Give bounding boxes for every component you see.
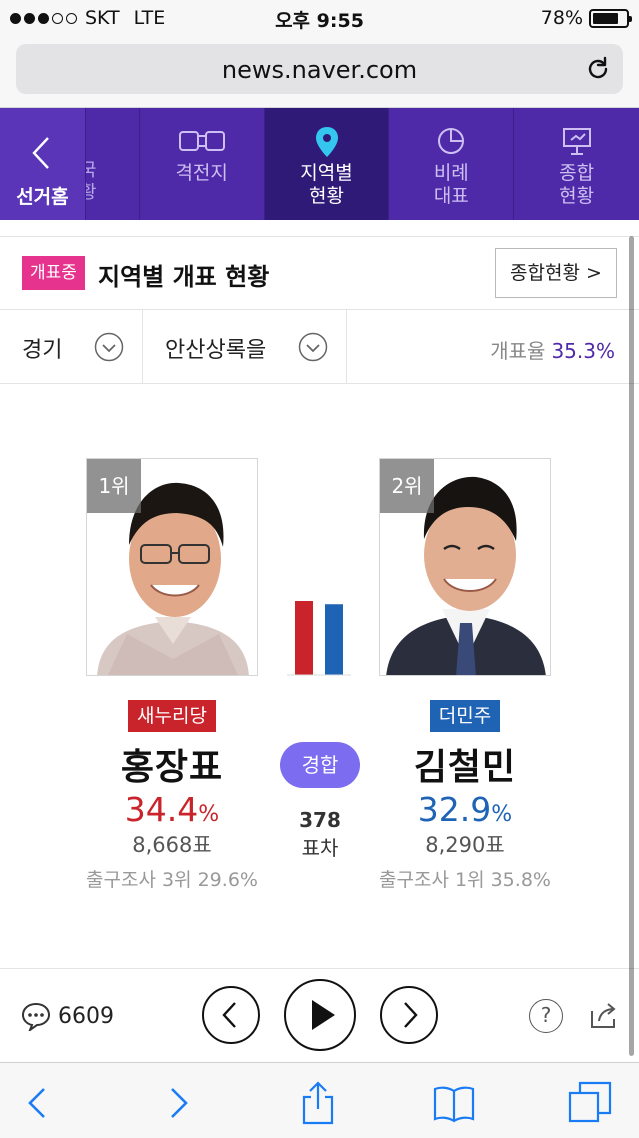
candidate-1-bar bbox=[295, 601, 313, 675]
battery-icon bbox=[589, 8, 632, 28]
tab-battleground[interactable]: 격전지 bbox=[140, 108, 265, 220]
share-icon[interactable] bbox=[586, 999, 620, 1033]
vote-percent-value: 32.9 bbox=[417, 790, 492, 829]
election-nav: 선거홈 국 황 격전지 지역별 현황 비례 대표 bbox=[0, 108, 639, 220]
versus-icon bbox=[178, 131, 225, 151]
rank-badge: 2위 bbox=[380, 459, 434, 513]
comment-count: 6609 bbox=[58, 1003, 114, 1029]
vote-difference-label: 표차 bbox=[301, 836, 339, 860]
candidate-photo[interactable]: 1위 bbox=[86, 458, 258, 676]
counting-rate-value: 35.3% bbox=[551, 339, 615, 363]
tabs-icon[interactable] bbox=[568, 1081, 612, 1125]
region-filter-bar: 경기 안산상록을 개표율 35.3% bbox=[0, 310, 639, 384]
party-badge: 더민주 bbox=[429, 700, 501, 732]
forward-icon[interactable] bbox=[156, 1081, 200, 1125]
tab-proportional-label: 비례 대표 bbox=[433, 162, 469, 207]
party-badge: 새누리당 bbox=[128, 700, 216, 732]
comment-icon bbox=[21, 1002, 51, 1031]
candidate-name: 홍장표 bbox=[120, 747, 224, 788]
location-pin-icon bbox=[315, 127, 338, 157]
counting-badge: 개표중 bbox=[22, 256, 85, 290]
vote-count: 8,668표 bbox=[132, 833, 212, 857]
chevron-down-icon bbox=[298, 332, 328, 362]
province-select[interactable]: 경기 bbox=[0, 310, 143, 384]
scrollbar[interactable] bbox=[629, 236, 634, 1056]
playback-bar: 6609 ? bbox=[0, 968, 639, 1062]
province-value: 경기 bbox=[22, 338, 63, 363]
next-button[interactable] bbox=[380, 986, 438, 1044]
election-home-label: 선거홈 bbox=[16, 186, 69, 208]
address-bar[interactable]: news.naver.com bbox=[16, 44, 623, 94]
browser-address-area: news.naver.com bbox=[0, 36, 639, 108]
question-mark-icon: ? bbox=[540, 1003, 552, 1027]
contest-status-badge: 경합 bbox=[280, 742, 360, 788]
vote-percent-unit: % bbox=[491, 802, 513, 827]
comments-button[interactable]: 6609 bbox=[20, 1001, 114, 1031]
vote-comparison-bars bbox=[287, 601, 351, 676]
candidate-photo[interactable]: 2위 bbox=[379, 458, 551, 676]
vote-difference: 378 표차 bbox=[280, 806, 360, 862]
vote-difference-value: 378 bbox=[299, 808, 341, 832]
counting-rate: 개표율 35.3% bbox=[490, 335, 615, 364]
chevron-right-icon bbox=[404, 1002, 418, 1028]
exit-poll: 출구조사 1위 35.8% bbox=[379, 869, 551, 891]
bookmarks-icon[interactable] bbox=[432, 1081, 476, 1125]
share-icon[interactable] bbox=[296, 1081, 340, 1125]
url-text[interactable]: news.naver.com bbox=[16, 56, 623, 84]
nav-tab-partial-label: 국 황 bbox=[86, 160, 97, 204]
tab-overall-status-label: 종합 현황 bbox=[559, 162, 595, 207]
vote-percent-unit: % bbox=[198, 802, 220, 827]
pie-chart-icon bbox=[438, 128, 465, 154]
chevron-down-icon bbox=[94, 332, 124, 362]
section-header: 개표중 지역별 개표 현황 종합현황 > bbox=[0, 236, 639, 310]
battery-percent: 78% bbox=[540, 7, 583, 29]
status-bar: SKT LTE 오후 9:55 78% bbox=[0, 0, 639, 36]
presentation-icon bbox=[562, 128, 591, 155]
tab-proportional[interactable]: 비례 대표 bbox=[389, 108, 515, 220]
nav-tab-partial[interactable]: 국 황 bbox=[86, 108, 140, 220]
help-button[interactable]: ? bbox=[529, 999, 563, 1033]
play-button[interactable] bbox=[284, 979, 356, 1051]
vote-percent: 34.4% bbox=[62, 790, 282, 829]
district-select[interactable]: 안산상록을 bbox=[143, 310, 347, 384]
chevron-left-icon bbox=[222, 1002, 236, 1028]
tab-battleground-label: 격전지 bbox=[175, 162, 228, 184]
rank-badge: 1위 bbox=[87, 459, 141, 513]
candidate-2-bar bbox=[325, 604, 343, 675]
exit-poll: 출구조사 3위 29.6% bbox=[86, 869, 258, 891]
tab-regional-status[interactable]: 지역별 현황 bbox=[264, 108, 390, 220]
vote-percent-value: 34.4 bbox=[124, 790, 199, 829]
back-chevron-icon bbox=[32, 137, 49, 169]
reload-icon[interactable] bbox=[585, 56, 611, 82]
vote-count: 8,290표 bbox=[425, 833, 505, 857]
browser-toolbar bbox=[0, 1062, 639, 1138]
play-icon bbox=[312, 1000, 335, 1030]
candidate-info-1: 새누리당 홍장표 34.4% 8,668표 출구조사 3위 29.6% bbox=[62, 700, 282, 892]
election-home-button[interactable]: 선거홈 bbox=[0, 108, 86, 220]
candidate-name: 김철민 bbox=[413, 747, 517, 788]
previous-button[interactable] bbox=[202, 986, 260, 1044]
tab-regional-status-label: 지역별 현황 bbox=[300, 162, 353, 207]
back-icon[interactable] bbox=[16, 1081, 60, 1125]
counting-rate-label: 개표율 bbox=[490, 339, 546, 363]
candidate-info-2: 더민주 김철민 32.9% 8,290표 출구조사 1위 35.8% bbox=[355, 700, 575, 892]
district-value: 안산상록을 bbox=[165, 338, 267, 363]
vote-percent: 32.9% bbox=[355, 790, 575, 829]
tab-overall-status[interactable]: 종합 현황 bbox=[514, 108, 639, 220]
page-title: 지역별 개표 현황 bbox=[98, 263, 270, 291]
overall-status-button[interactable]: 종합현황 > bbox=[495, 248, 617, 298]
